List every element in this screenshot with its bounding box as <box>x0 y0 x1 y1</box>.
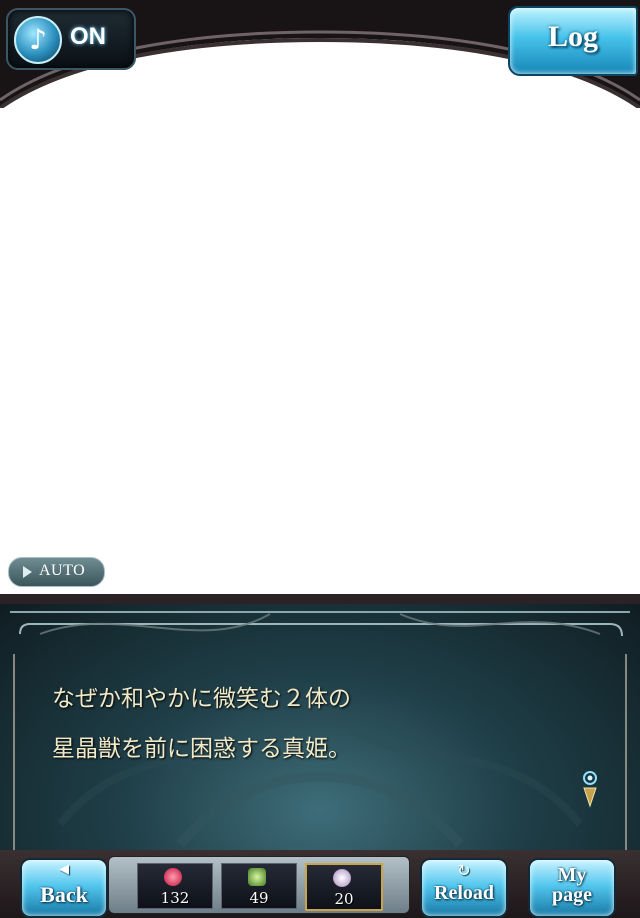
item-count: 20 <box>334 890 354 908</box>
music-note-icon: ♪ <box>14 16 62 64</box>
items-panel: 132 49 20 <box>108 856 410 914</box>
top-bar: ♪ ON Log <box>0 0 640 108</box>
green-potion-icon <box>248 868 266 886</box>
auto-button-label: AUTO <box>39 562 86 579</box>
advance-indicator-icon <box>583 771 597 808</box>
red-crystal-icon <box>164 868 182 886</box>
log-button[interactable]: Log <box>508 6 638 76</box>
item-slot[interactable]: 49 <box>221 863 297 909</box>
back-button-label: Back <box>40 882 88 907</box>
scene-screen: ♪ ON Log AUTO なぜか和やかに微笑む２体の 星晶獣を前に困惑する真姫… <box>0 0 640 918</box>
bottom-nav-bar: ◀ Back 132 49 20 ↻ Reload My page <box>0 850 640 918</box>
back-arrow-icon: ◀ <box>59 862 69 877</box>
music-status-label: ON <box>70 23 106 50</box>
back-button[interactable]: ◀ Back <box>20 858 108 918</box>
item-count: 49 <box>249 889 269 907</box>
play-arrow-icon <box>23 566 32 578</box>
music-toggle-button[interactable]: ♪ ON <box>6 8 136 70</box>
auto-button[interactable]: AUTO <box>8 557 105 587</box>
dialog-box[interactable]: なぜか和やかに微笑む２体の 星晶獣を前に困惑する真姫。 <box>0 594 640 864</box>
log-button-label: Log <box>547 20 598 53</box>
dialog-line: 星晶獣を前に困惑する真姫。 <box>52 736 351 762</box>
reload-icon: ↻ <box>457 861 471 880</box>
white-orb-icon <box>333 869 351 887</box>
item-count: 132 <box>160 889 190 907</box>
mypage-label-line2: page <box>552 884 592 906</box>
reload-button[interactable]: ↻ Reload <box>420 858 508 918</box>
dialog-line: なぜか和やかに微笑む２体の <box>52 686 351 712</box>
mypage-button[interactable]: My page <box>528 858 616 918</box>
item-slot[interactable]: 132 <box>137 863 213 909</box>
dialog-text: なぜか和やかに微笑む２体の 星晶獣を前に困惑する真姫。 <box>52 674 572 774</box>
item-slot[interactable]: 20 <box>305 863 383 911</box>
reload-button-label: Reload <box>434 882 494 904</box>
